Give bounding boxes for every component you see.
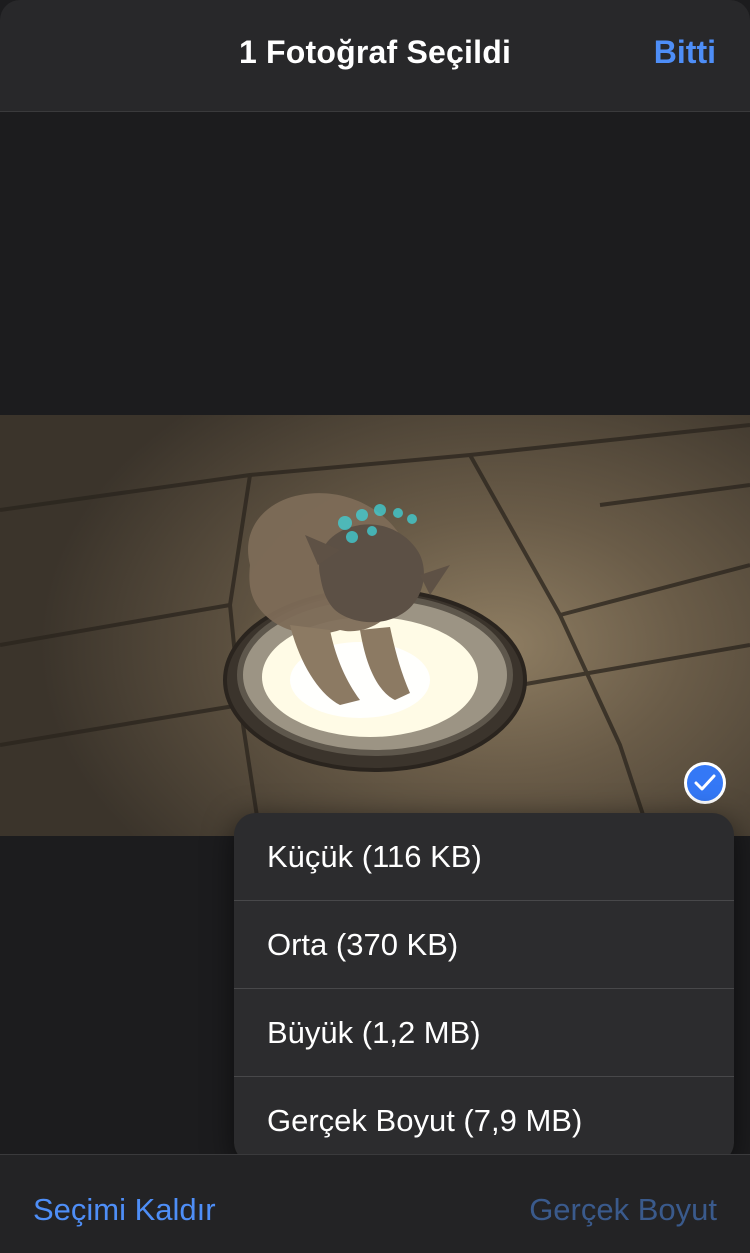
done-button[interactable]: Bitti [654, 34, 716, 71]
size-option-small[interactable]: Küçük (116 KB) [234, 813, 734, 901]
photo-picker-screen: 1 Fotoğraf Seçildi Bitti Küçük (116 KB) … [0, 0, 750, 1253]
size-option-actual[interactable]: Gerçek Boyut (7,9 MB) [234, 1077, 734, 1164]
image-size-menu: Küçük (116 KB) Orta (370 KB) Büyük (1,2 … [234, 813, 734, 1164]
selected-check-badge[interactable] [684, 762, 726, 804]
image-size-button[interactable]: Gerçek Boyut [529, 1192, 717, 1228]
photo-illustration [0, 423, 750, 836]
page-title: 1 Fotoğraf Seçildi [238, 34, 512, 70]
size-option-medium[interactable]: Orta (370 KB) [234, 901, 734, 989]
size-option-large[interactable]: Büyük (1,2 MB) [234, 989, 734, 1077]
bottom-toolbar: Seçimi Kaldır Gerçek Boyut [0, 1154, 750, 1253]
checkmark-icon [694, 774, 716, 791]
deselect-button[interactable]: Seçimi Kaldır [33, 1192, 216, 1228]
header-bar: 1 Fotoğraf Seçildi Bitti [0, 0, 750, 112]
selected-photo[interactable] [0, 415, 750, 836]
